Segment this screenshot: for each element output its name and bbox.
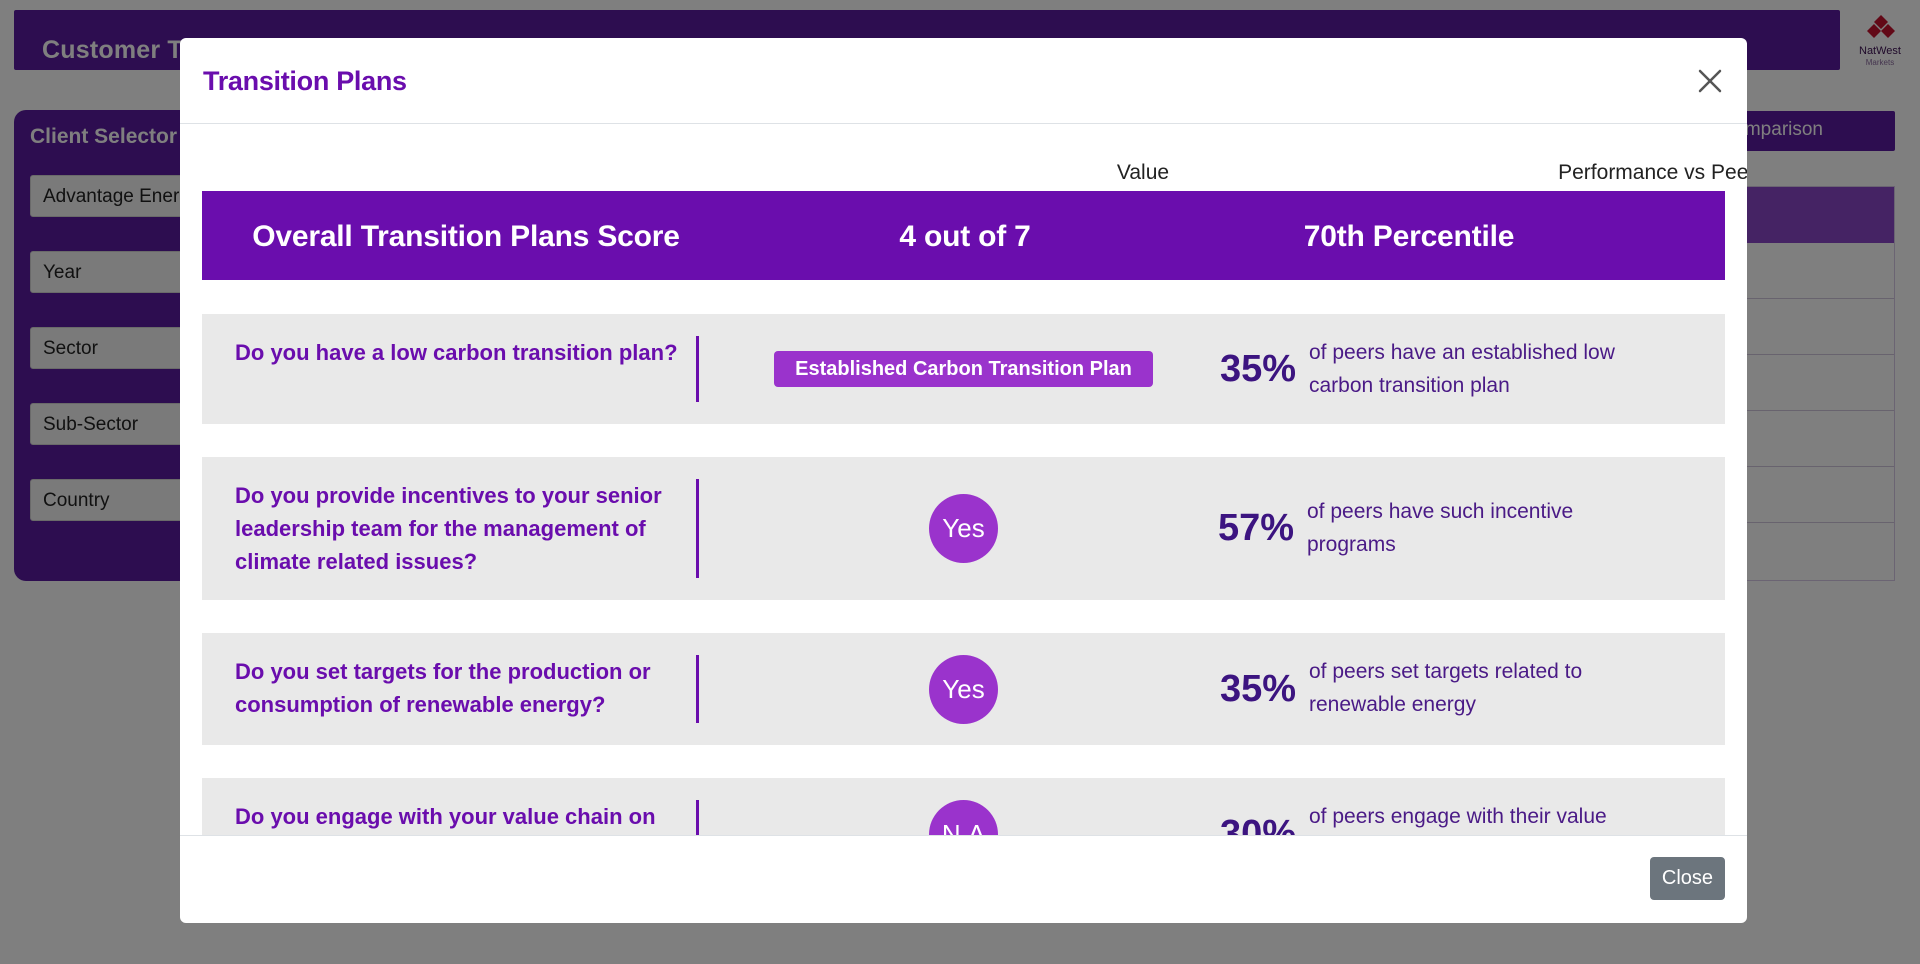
overall-score-banner: Overall Transition Plans Score 4 out of …	[202, 191, 1725, 280]
peer-description: of peers engage with their value	[1309, 805, 1607, 828]
question-text: Do you set targets for the production or…	[235, 659, 651, 717]
row-divider	[696, 479, 699, 578]
performance-column-header: Performance vs Peers	[1558, 161, 1747, 184]
question-row: Do you have a low carbon transition plan…	[202, 314, 1725, 424]
peer-percent: 30%	[1219, 813, 1297, 835]
answer-circle: Yes	[929, 655, 998, 724]
modal-footer: Close	[180, 835, 1747, 923]
question-text: Do you have a low carbon transition plan…	[235, 340, 678, 365]
question-row: Do you engage with your value chain on N…	[202, 778, 1725, 835]
answer-circle: N.A	[929, 800, 998, 835]
question-text: Do you provide incentives to your senior…	[235, 483, 662, 574]
close-x-icon[interactable]	[1691, 62, 1729, 100]
peer-description: of peers have such incentive programs	[1307, 500, 1574, 556]
question-row: Do you set targets for the production or…	[202, 633, 1725, 745]
answer-badge: Established Carbon Transition Plan	[774, 351, 1153, 387]
peer-percent: 57%	[1217, 507, 1295, 549]
value-column-header: Value	[1116, 161, 1170, 184]
question-text: Do you engage with your value chain on	[235, 804, 656, 829]
close-button[interactable]: Close	[1650, 857, 1725, 900]
peer-description: of peers set targets related to renewabl…	[1309, 660, 1583, 716]
modal-body[interactable]: Value Performance vs Peers Overall Trans…	[180, 125, 1747, 835]
transition-plans-modal: Transition Plans Value Performance vs Pe…	[180, 38, 1747, 923]
answer-circle: Yes	[929, 494, 998, 563]
peer-percent: 35%	[1219, 668, 1297, 710]
row-divider	[696, 336, 699, 402]
peer-percent: 35%	[1219, 348, 1297, 390]
overall-score-label: Overall Transition Plans Score	[252, 220, 680, 253]
modal-header: Transition Plans	[180, 38, 1747, 124]
overall-score-value: 4 out of 7	[899, 220, 1031, 253]
question-row: Do you provide incentives to your senior…	[202, 457, 1725, 600]
peer-description: of peers have an established low carbon …	[1309, 341, 1615, 397]
overall-score-percentile: 70th Percentile	[1303, 220, 1515, 253]
modal-title: Transition Plans	[203, 66, 407, 96]
row-divider	[696, 655, 699, 723]
row-divider	[696, 800, 699, 835]
